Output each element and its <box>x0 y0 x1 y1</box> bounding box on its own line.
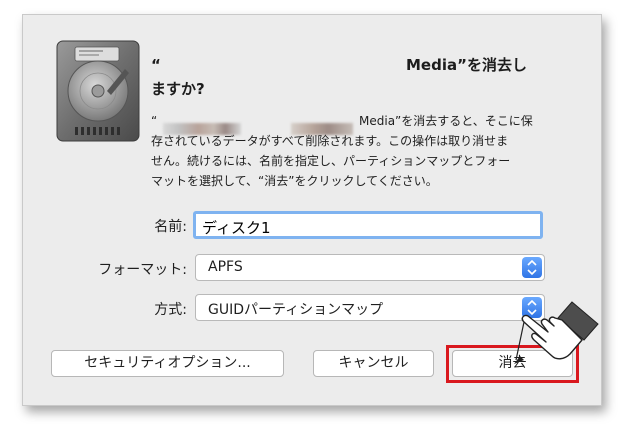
name-label: 名前: <box>154 219 187 235</box>
pointing-hand-icon <box>514 301 599 364</box>
name-input[interactable]: ディスク1 <box>193 211 543 239</box>
format-label: フォーマット: <box>98 262 187 278</box>
format-value: APFS <box>208 259 243 275</box>
desc-line3: せん。続けるには、名前を指定し、パーティションマップとフォー <box>151 154 511 168</box>
desc-line4: マットを選択して、“消去”をクリックしてください。 <box>151 174 438 188</box>
title-line1: Media”を消去し <box>406 56 527 74</box>
hard-disk-icon <box>56 40 140 142</box>
security-options-button[interactable]: セキュリティオプション... <box>51 350 284 377</box>
desc-prefix: “ <box>151 114 158 128</box>
desc-line2: 存されているデータがすべて削除されます。この操作は取り消せま <box>151 134 509 148</box>
title-line2: ますか? <box>151 80 205 98</box>
scheme-label: 方式: <box>154 302 187 318</box>
scheme-value: GUIDパーティションマップ <box>208 302 384 318</box>
desc-line1: Media”を消去すると、そこに保 <box>359 114 533 128</box>
scheme-select[interactable]: GUIDパーティションマップ <box>195 294 545 321</box>
chevron-updown-icon <box>522 257 542 278</box>
format-select[interactable]: APFS <box>195 254 545 281</box>
cancel-button[interactable]: キャンセル <box>313 350 434 377</box>
title-quote: “ <box>151 56 161 74</box>
